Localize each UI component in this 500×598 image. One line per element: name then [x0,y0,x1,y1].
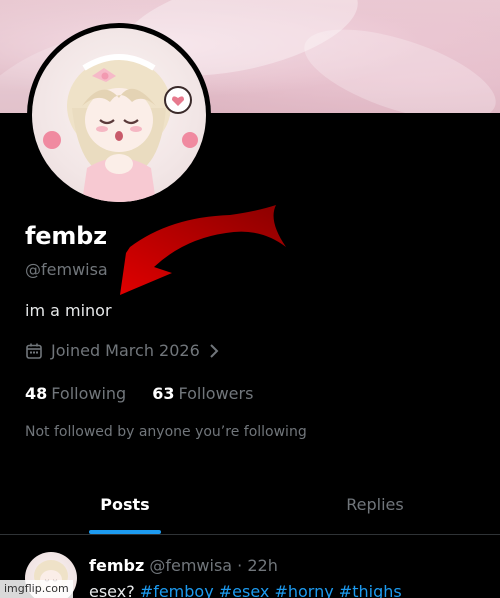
user-handle: @femwisa [25,260,108,279]
profile-tabs: Posts Replies [0,474,500,535]
not-followed-notice: Not followed by anyone you’re following [25,424,307,440]
following-label: Following [51,384,127,403]
post-text-prefix: esex? [89,582,140,598]
following-link[interactable]: 48 Following [25,384,126,403]
profile-bio: im a minor [25,301,112,320]
post-meta: @femwisa · 22h [149,556,278,575]
watermark: imgflip.com [0,580,73,598]
followers-count: 63 [152,384,175,403]
calendar-icon [25,342,43,360]
post-hashtags[interactable]: #femboy #esex #horny #thighs [140,582,402,598]
joined-date[interactable]: Joined March 2026 [25,341,220,360]
post-text: esex? #femboy #esex #horny #thighs [89,582,402,598]
chevron-right-icon [208,343,220,359]
post-author-name[interactable]: fembz [89,556,144,575]
joined-label: Joined March 2026 [51,341,200,360]
tab-posts[interactable]: Posts [0,474,250,534]
followers-label: Followers [178,384,254,403]
follow-stats: 48 Following 63 Followers [25,384,253,403]
display-name: fembz [25,222,107,250]
following-count: 48 [25,384,48,403]
post-header: fembz @femwisa · 22h [89,556,278,575]
followers-link[interactable]: 63 Followers [152,384,253,403]
profile-avatar[interactable] [27,23,211,207]
post-item[interactable]: fembz @femwisa · 22h esex? #femboy #esex… [0,536,500,598]
red-arrow-annotation [120,205,286,295]
active-tab-indicator [89,530,161,534]
avatar-image [32,28,206,202]
tab-replies-label: Replies [346,494,404,514]
tab-replies[interactable]: Replies [250,474,500,534]
tab-posts-label: Posts [100,494,150,514]
